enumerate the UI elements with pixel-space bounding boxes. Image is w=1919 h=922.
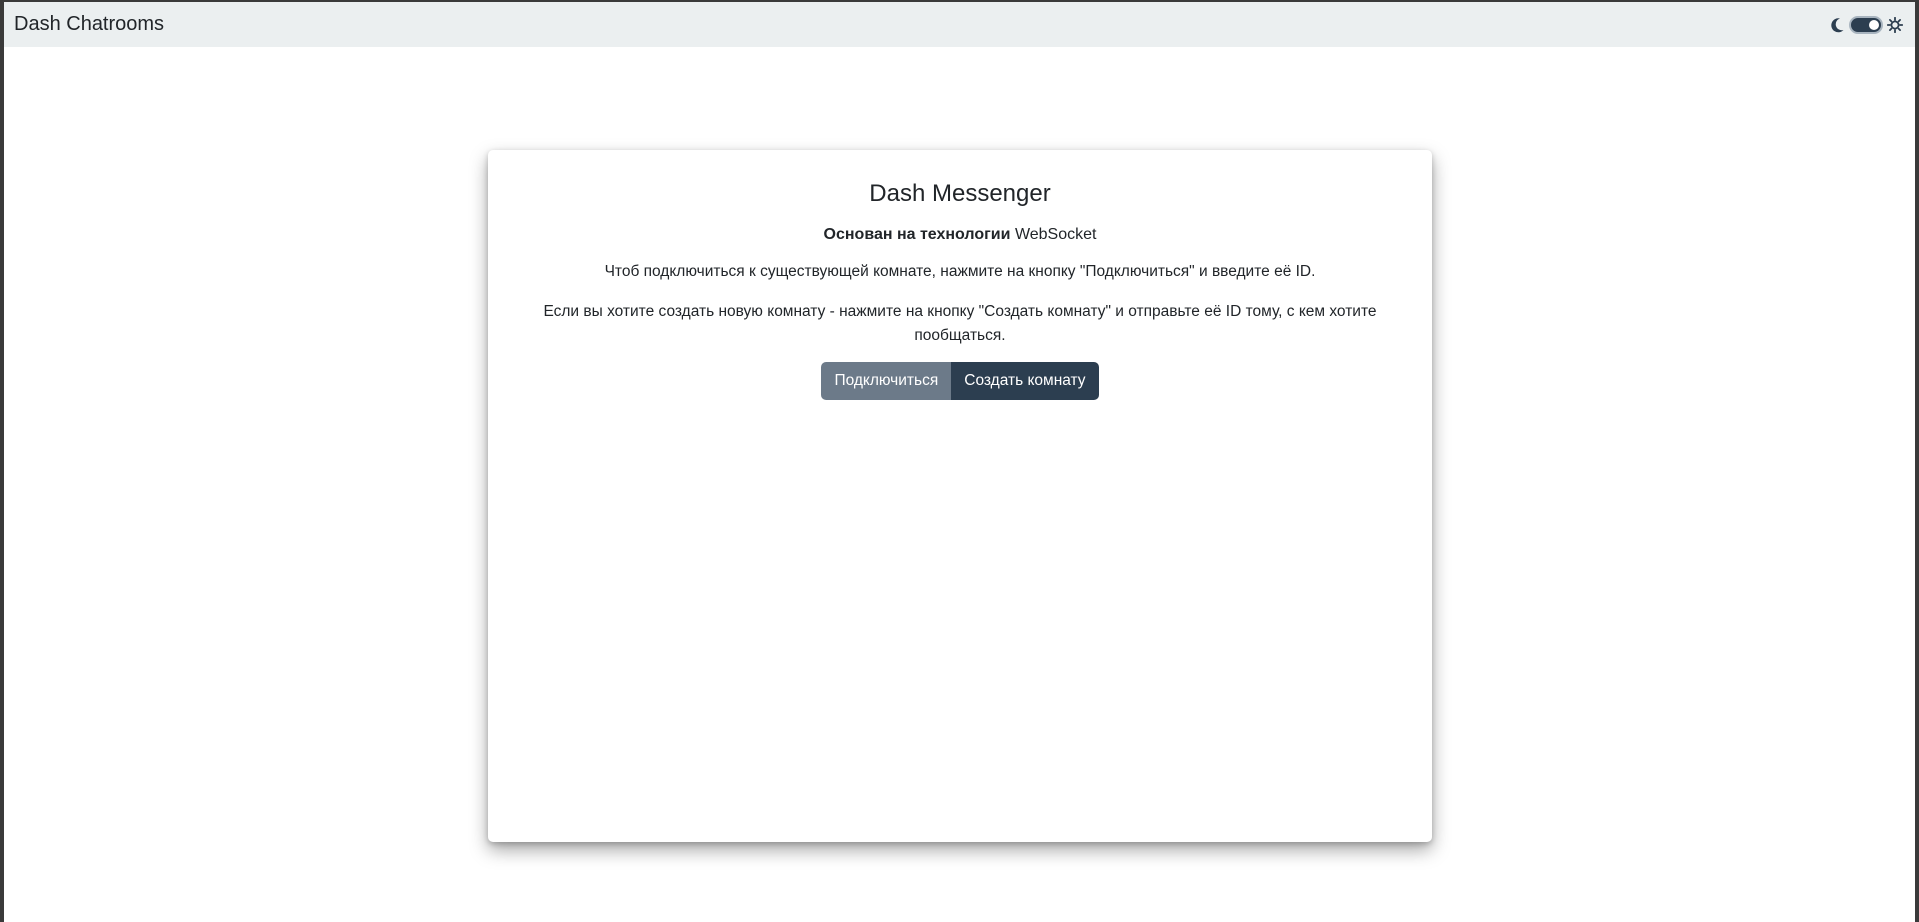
brand-title[interactable]: Dash Chatrooms — [14, 13, 164, 36]
connect-instructions: Чтоб подключиться к существующей комнате… — [604, 263, 1316, 280]
app-window: Dash Chatrooms Dash Messenger Основан на… — [4, 2, 1915, 922]
theme-switch[interactable] — [1831, 15, 1903, 34]
tech-line: Основан на технологии WebSocket — [488, 226, 1432, 244]
moon-icon — [1831, 17, 1845, 33]
navbar: Dash Chatrooms — [4, 2, 1915, 47]
connect-button[interactable]: Подключиться — [821, 362, 952, 400]
toggle-knob — [1869, 19, 1879, 30]
welcome-card: Dash Messenger Основан на технологии Web… — [488, 150, 1432, 842]
tech-label: Основан на технологии — [823, 226, 1011, 243]
card-title: Dash Messenger — [869, 180, 1051, 207]
theme-toggle[interactable] — [1849, 15, 1883, 34]
sun-icon — [1887, 16, 1903, 33]
create-room-button[interactable]: Создать комнату — [951, 362, 1099, 400]
action-button-group: Подключиться Создать комнату — [821, 362, 1099, 400]
tech-name: WebSocket — [1014, 226, 1097, 243]
create-instructions: Если вы хотите создать новую комнату - н… — [543, 303, 1377, 344]
